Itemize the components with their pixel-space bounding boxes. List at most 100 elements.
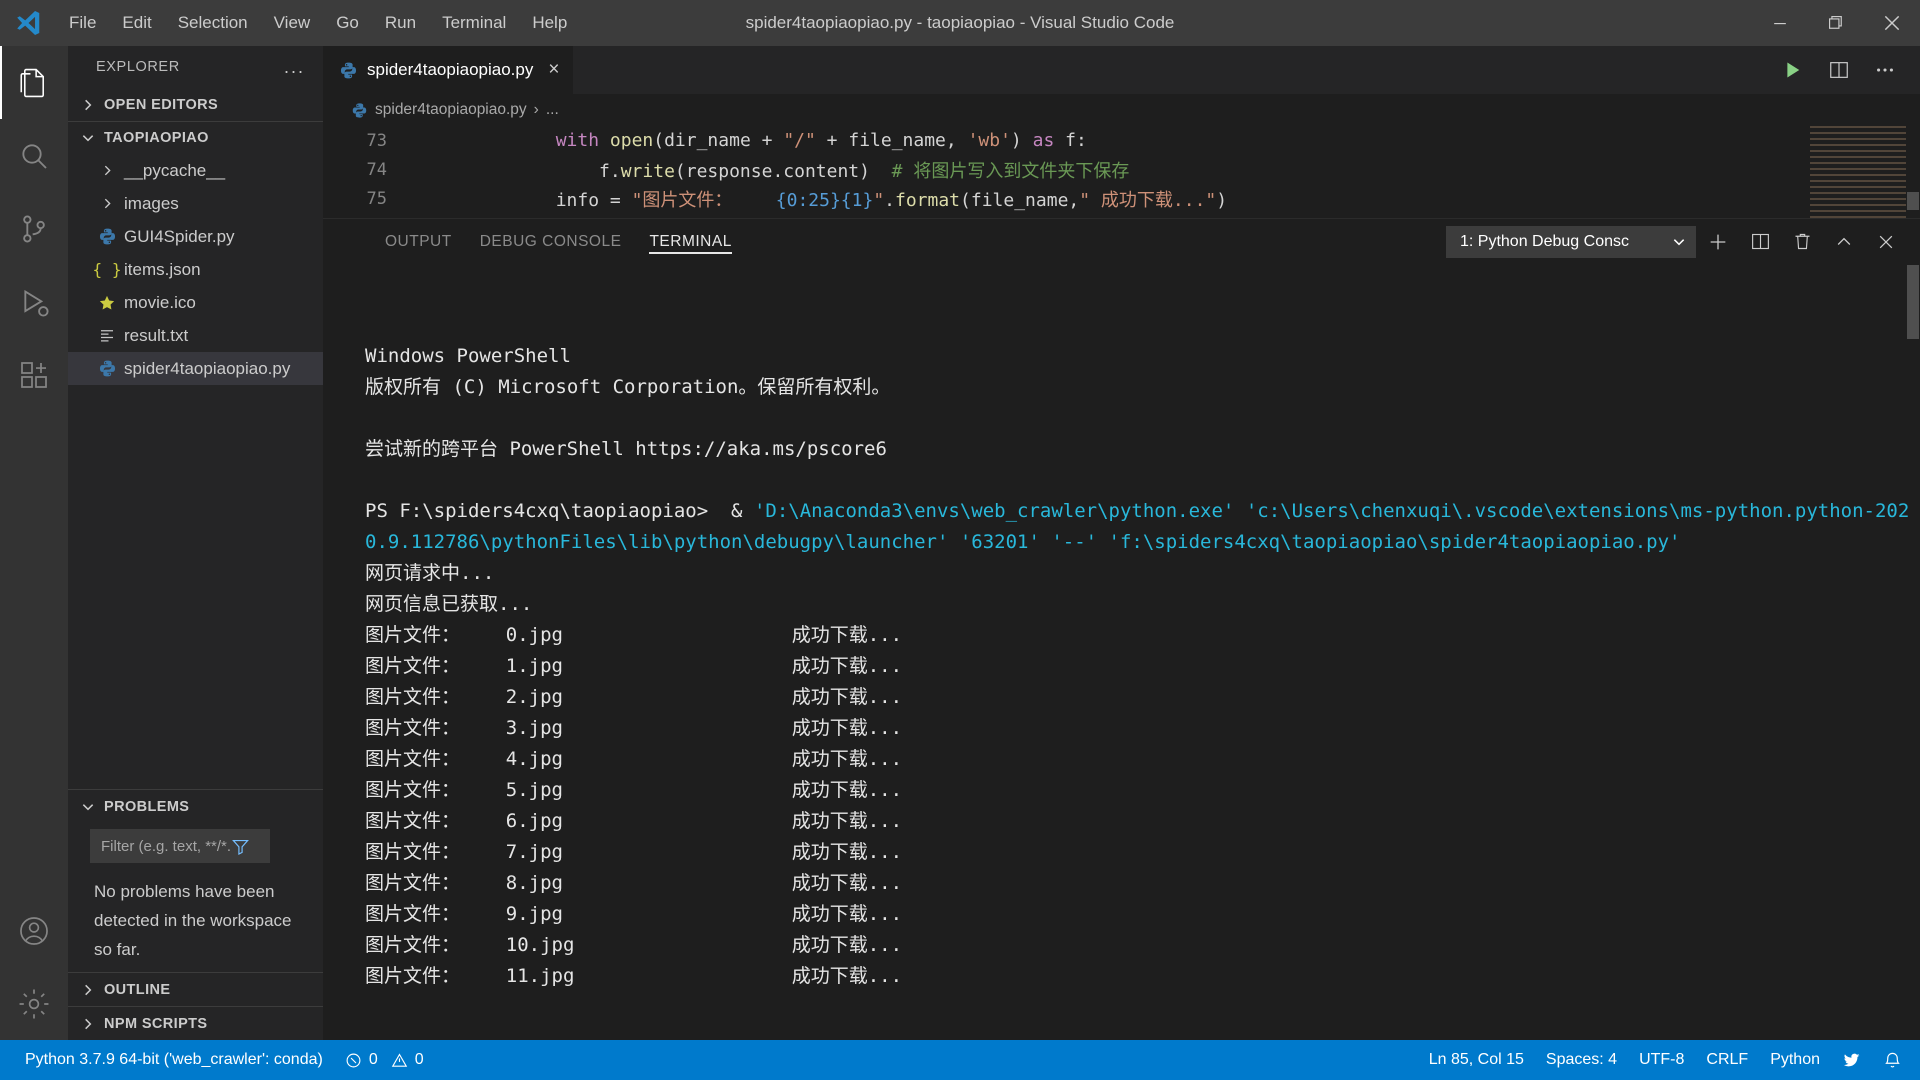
menu-run[interactable]: Run (372, 8, 429, 38)
tab-output[interactable]: OUTPUT (371, 219, 466, 264)
python-icon (94, 359, 120, 378)
maximize-panel-chevron-up-icon[interactable] (1824, 222, 1864, 262)
window-controls (1752, 0, 1920, 46)
terminal-selector-dropdown[interactable]: 1: Python Debug Consc (1446, 225, 1696, 258)
editor-more-actions-icon[interactable] (1862, 46, 1908, 94)
code-lines: 73 with open(dir_name + "/" + file_name,… (323, 126, 1920, 213)
terminal-line: Windows PowerShell (365, 344, 571, 367)
close-panel-icon[interactable] (1866, 222, 1906, 262)
tab-debug-console[interactable]: DEBUG CONSOLE (466, 219, 636, 264)
minimize-button[interactable] (1752, 0, 1808, 46)
breadcrumb-file[interactable]: spider4taopiaopiao.py (375, 101, 527, 119)
tree-item-images[interactable]: images (68, 187, 323, 220)
tree-item-spider4taopiaopiao-py[interactable]: spider4taopiaopiao.py (68, 352, 323, 385)
breadcrumb-tail[interactable]: ... (546, 101, 559, 119)
tree-item-label: __pycache__ (124, 160, 226, 180)
tree-item-label: images (124, 193, 179, 213)
sidebar-filler (68, 385, 323, 789)
menu-help[interactable]: Help (519, 8, 580, 38)
activitybar-search[interactable] (0, 119, 68, 192)
activitybar-manage-gear-icon[interactable] (0, 967, 68, 1040)
npm-scripts-label: NPM SCRIPTS (104, 1015, 208, 1032)
activity-bar (0, 46, 68, 1040)
code-line: 74 f.write(response.content) # 将图片写入到文件夹… (323, 155, 1920, 184)
panel-action-buttons: 1: Python Debug Consc (1446, 219, 1920, 264)
menu-terminal[interactable]: Terminal (429, 8, 519, 38)
tree-item-result-txt[interactable]: result.txt (68, 319, 323, 352)
kill-terminal-trash-icon[interactable] (1782, 222, 1822, 262)
terminal-output[interactable]: Windows PowerShell 版权所有 (C) Microsoft Cor… (323, 264, 1920, 1041)
status-encoding[interactable]: UTF-8 (1628, 1040, 1695, 1080)
maximize-button[interactable] (1808, 0, 1864, 46)
terminal-vertical-scrollbar[interactable] (1906, 264, 1920, 1041)
sidebar-explorer: EXPLORER ... OPEN EDITORS TAOPIAOPIAO __… (68, 46, 323, 1040)
tree-item-label: items.json (124, 259, 201, 279)
chevron-right-icon (78, 983, 98, 997)
tab-close-icon[interactable]: × (542, 59, 559, 81)
status-indentation[interactable]: Spaces: 4 (1535, 1040, 1628, 1080)
tree-item-pycache[interactable]: __pycache__ (68, 154, 323, 187)
problems-empty-message: No problems have been detected in the wo… (94, 882, 292, 959)
run-python-file-button[interactable] (1770, 46, 1816, 94)
status-language-mode[interactable]: Python (1759, 1040, 1831, 1080)
close-button[interactable] (1864, 0, 1920, 46)
terminal-line: 图片文件： 6.jpg 成功下载... (365, 809, 903, 832)
chevron-right-icon (78, 98, 98, 112)
split-editor-button[interactable] (1816, 46, 1862, 94)
menu-edit[interactable]: Edit (109, 8, 164, 38)
filter-icon[interactable] (231, 837, 250, 856)
problems-filter-input[interactable] (101, 837, 231, 855)
tree-item-label: spider4taopiaopiao.py (124, 358, 291, 378)
problems-filter-box[interactable] (90, 829, 270, 863)
status-errors-warnings[interactable]: 0 0 (334, 1040, 435, 1080)
editor-action-buttons (1770, 46, 1920, 94)
tree-item-gui4spider[interactable]: GUI4Spider.py (68, 220, 323, 253)
sidebar-more-actions-icon[interactable]: ... (278, 57, 311, 78)
editor-minimap[interactable] (1810, 126, 1906, 219)
sidebar-section-folder[interactable]: TAOPIAOPIAO (68, 121, 323, 154)
status-cursor-position[interactable]: Ln 85, Col 15 (1418, 1040, 1535, 1080)
vscode-logo-icon (0, 8, 56, 38)
activitybar-accounts[interactable] (0, 894, 68, 967)
editor-tabs: spider4taopiaopiao.py × (323, 46, 1920, 94)
panel-header: OUTPUT DEBUG CONSOLE TERMINAL 1: Python … (323, 219, 1920, 264)
tab-label: spider4taopiaopiao.py (367, 60, 534, 79)
error-circle-icon (345, 1052, 362, 1069)
problems-label: PROBLEMS (104, 798, 190, 815)
tab-spider4taopiaopiao-py[interactable]: spider4taopiaopiao.py × (323, 46, 575, 94)
activitybar-explorer[interactable] (0, 46, 68, 119)
tree-item-movie-ico[interactable]: movie.ico (68, 286, 323, 319)
menu-selection[interactable]: Selection (165, 8, 261, 38)
sidebar-section-npm-scripts[interactable]: NPM SCRIPTS (68, 1007, 323, 1040)
activitybar-source-control[interactable] (0, 192, 68, 265)
activitybar-extensions[interactable] (0, 338, 68, 411)
status-feedback-icon[interactable] (1831, 1040, 1872, 1080)
menu-file[interactable]: File (56, 8, 109, 38)
code-editor[interactable]: 73 with open(dir_name + "/" + file_name,… (323, 126, 1920, 219)
vscode-window: File Edit Selection View Go Run Terminal… (0, 0, 1920, 1080)
sidebar-section-open-editors[interactable]: OPEN EDITORS (68, 88, 323, 121)
tab-terminal[interactable]: TERMINAL (635, 219, 745, 264)
tree-item-items-json[interactable]: { } items.json (68, 253, 323, 286)
terminal-selector-value: 1: Python Debug Consc (1460, 232, 1629, 250)
sidebar-title: EXPLORER (96, 59, 180, 75)
sidebar-section-problems[interactable]: PROBLEMS (68, 790, 323, 823)
activitybar-run-debug[interactable] (0, 265, 68, 338)
status-notifications-bell-icon[interactable] (1872, 1040, 1920, 1080)
terminal-line: 图片文件： 10.jpg 成功下载... (365, 933, 903, 956)
menu-view[interactable]: View (261, 8, 324, 38)
chevron-right-icon (78, 1017, 98, 1031)
menu-go[interactable]: Go (323, 8, 372, 38)
terminal-line: 图片文件： 9.jpg 成功下载... (365, 902, 903, 925)
terminal-line: 图片文件： 3.jpg 成功下载... (365, 716, 903, 739)
chevron-right-icon (94, 164, 120, 177)
new-terminal-button[interactable] (1698, 222, 1738, 262)
sidebar-section-outline[interactable]: OUTLINE (68, 973, 323, 1006)
status-python-interpreter[interactable]: Python 3.7.9 64-bit ('web_crawler': cond… (14, 1040, 334, 1080)
split-terminal-button[interactable] (1740, 222, 1780, 262)
editor-vertical-scrollbar[interactable] (1906, 126, 1920, 218)
chevron-down-icon (1672, 235, 1686, 249)
status-eol[interactable]: CRLF (1695, 1040, 1759, 1080)
